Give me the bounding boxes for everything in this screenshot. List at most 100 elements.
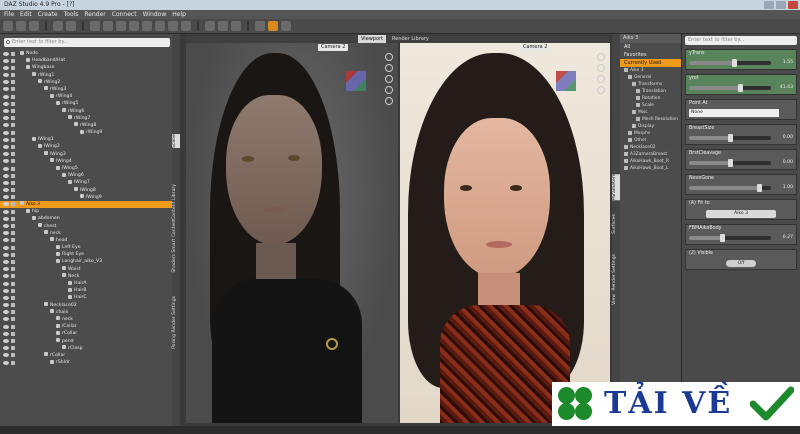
fit-to-button[interactable]: Aiko 3 [706,210,776,218]
visibility-eye-icon[interactable] [3,216,9,221]
translate-tool-icon[interactable] [129,21,139,31]
slider-handle[interactable] [732,59,738,67]
viewport-right[interactable]: Camera 2 [400,43,610,423]
category-item[interactable]: Currently Used [620,59,681,67]
scene-node[interactable]: rWing6 [0,108,172,115]
visibility-eye-icon[interactable] [3,274,9,279]
scene-node[interactable]: rWing1 [0,72,172,79]
scene-node[interactable]: Waist [0,266,172,273]
property-group-item[interactable]: Rotation [620,95,681,102]
orbit-icon[interactable] [385,53,393,61]
scene-node[interactable]: chain [0,309,172,316]
universal-tool-icon[interactable] [103,21,113,31]
property-group-item[interactable]: Misc [620,109,681,116]
property-group-item[interactable]: A3ZameraBreast [620,151,681,158]
slider-handle[interactable] [756,184,762,192]
zoom-icon[interactable] [597,86,605,94]
spot-render-icon[interactable] [231,21,241,31]
lock-icon[interactable] [11,51,15,56]
zoom-icon[interactable] [385,86,393,94]
parameter-value[interactable]: 0.00 [783,160,793,165]
visibility-eye-icon[interactable] [3,324,9,329]
scene-node[interactable]: rWing3 [0,86,172,93]
scene-node[interactable]: Longhair_aiko_V3 [0,258,172,265]
node-weight-tool-icon[interactable] [155,21,165,31]
render-icon[interactable] [205,21,215,31]
lock-icon[interactable] [11,73,15,78]
scene-node[interactable]: lWing7 [0,179,172,186]
scene-node[interactable]: neck [0,230,172,237]
visibility-eye-icon[interactable] [3,346,9,351]
visible-toggle[interactable]: Off [726,260,756,267]
lock-icon[interactable] [11,281,15,286]
parameter-slider[interactable] [689,236,771,240]
scene-node[interactable]: lWing3 [0,151,172,158]
scene-node[interactable]: rWing7 [0,115,172,122]
select-tool-icon[interactable] [90,21,100,31]
visibility-eye-icon[interactable] [3,224,9,228]
scene-node[interactable]: rWing2 [0,79,172,86]
visibility-eye-icon[interactable] [3,238,9,243]
visibility-eye-icon[interactable] [3,58,9,63]
visibility-eye-icon[interactable] [3,144,9,149]
lock-icon[interactable] [11,109,15,113]
menu-item-create[interactable]: Create [38,10,58,19]
surface-tool-icon[interactable] [168,21,178,31]
scene-node[interactable]: lWing8 [0,187,172,194]
scene-node[interactable]: Left Eye [0,244,172,251]
visibility-eye-icon[interactable] [3,353,9,358]
lock-icon[interactable] [11,123,15,128]
tab-view[interactable]: View [612,294,620,305]
lock-icon[interactable] [11,346,15,351]
slider-handle[interactable] [737,84,743,92]
visibility-eye-icon[interactable] [3,73,9,78]
render-settings-icon[interactable] [218,21,228,31]
visibility-eye-icon[interactable] [3,166,9,171]
scene-node[interactable]: hip [0,208,172,215]
tab-content-library[interactable]: Content Library [172,184,180,220]
tab-render-library[interactable]: Render Library [389,35,432,43]
save-icon[interactable] [29,21,39,31]
lock-icon[interactable] [11,295,15,300]
scene-node[interactable]: Neck [0,273,172,280]
visibility-eye-icon[interactable] [3,295,9,300]
lock-icon[interactable] [11,116,15,121]
lock-icon[interactable] [11,331,15,336]
lock-icon[interactable] [11,137,15,142]
visibility-eye-icon[interactable] [3,281,9,286]
scene-node[interactable]: HairA [0,280,172,287]
tab-shaders[interactable]: Shaders [172,254,180,273]
visibility-eye-icon[interactable] [3,310,9,315]
parameter-value[interactable]: 0.00 [783,135,793,140]
open-icon[interactable] [16,21,26,31]
node-selector[interactable]: Aiko 3 [620,34,681,43]
property-group-item[interactable]: Other [620,137,681,144]
scene-node[interactable]: rWing4 [0,93,172,100]
parameter-slider[interactable] [689,61,771,65]
lock-icon[interactable] [11,188,15,193]
scene-node[interactable]: rClasp [0,345,172,352]
tab-scene[interactable]: Scene [172,134,180,149]
visibility-eye-icon[interactable] [3,360,9,365]
lock-icon[interactable] [11,65,15,70]
lock-icon[interactable] [11,339,15,343]
lock-icon[interactable] [11,231,15,236]
visibility-eye-icon[interactable] [3,317,9,322]
visibility-eye-icon[interactable] [3,80,9,85]
lock-icon[interactable] [11,274,15,279]
camera-selector-left[interactable]: Camera 2 [318,44,349,51]
scene-node[interactable]: Headband/Hat [0,57,172,64]
property-group-item[interactable]: Aiko 3 [620,67,681,74]
scene-node[interactable]: lWing2 [0,143,172,150]
scene-node[interactable]: rWing5 [0,100,172,107]
lock-icon[interactable] [11,130,15,135]
visibility-eye-icon[interactable] [3,51,9,56]
scene-node[interactable]: rShldr [0,359,172,366]
visibility-eye-icon[interactable] [3,202,9,207]
property-group-item[interactable]: Transforms [620,81,681,88]
lock-icon[interactable] [11,58,15,63]
scene-node[interactable]: head [0,237,172,244]
tab-posing[interactable]: Posing [172,334,180,349]
visibility-eye-icon[interactable] [3,130,9,135]
lock-icon[interactable] [11,252,15,257]
